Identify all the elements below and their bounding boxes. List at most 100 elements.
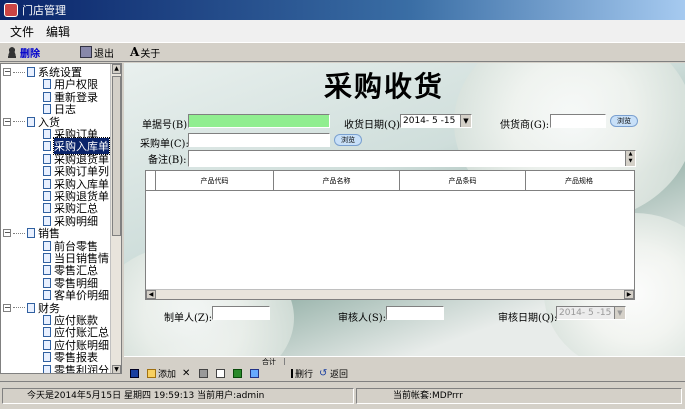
document-icon [43, 79, 51, 90]
export-button[interactable] [233, 368, 244, 378]
delete-row-button[interactable]: 删行 [291, 367, 313, 380]
tree-group[interactable]: − 入货 [3, 116, 60, 129]
scroll-up-arrow[interactable]: ▲ [112, 64, 121, 74]
toolbar-delete-button[interactable]: 删除 [6, 45, 40, 60]
document-icon [43, 141, 51, 152]
doc-no-input[interactable] [188, 114, 330, 128]
delete-row-icon [291, 368, 294, 378]
document-icon [43, 178, 51, 189]
tree-scrollbar[interactable]: ▲ ▼ [110, 64, 121, 373]
about-button[interactable]: A 关于 [130, 45, 160, 60]
audit-date-value: 2014- 5 -15 [559, 308, 612, 318]
remark-input[interactable]: ▲ ▼ [188, 150, 636, 167]
save-button[interactable] [130, 368, 141, 378]
tree-connector [13, 71, 25, 73]
back-button[interactable]: ↺ 返回 [319, 367, 348, 380]
grid-col-name[interactable]: 产品名称 [274, 171, 400, 190]
scroll-down-arrow[interactable]: ▼ [112, 365, 121, 373]
nav-tree[interactable]: ▲ ▼ − 系统设置 用户权限 重新登录 日志 − 入货 采购订单 采购入库单 采购退货单 采购订单… [0, 63, 122, 374]
excel-icon [233, 368, 243, 378]
status-account-text: 当前帐套:MDPrrr [393, 391, 463, 401]
add-label: 添加 [158, 369, 177, 380]
collapse-icon[interactable]: − [3, 117, 11, 126]
document-icon [43, 203, 51, 214]
document-icon [27, 116, 35, 127]
grid-header: 产品代码 产品名称 产品条码 产品规格 [146, 171, 634, 191]
dropdown-arrow-icon[interactable]: ▼ [460, 115, 471, 127]
document-icon [43, 265, 51, 276]
document-icon [43, 153, 51, 164]
document-icon [43, 129, 51, 139]
menu-file[interactable]: 文件 [4, 23, 40, 40]
preview-icon [216, 368, 226, 378]
document-icon [43, 327, 51, 338]
about-icon: A [130, 45, 140, 59]
menu-edit[interactable]: 编辑 [40, 23, 76, 40]
recv-date-picker[interactable]: 2014- 5 -15 ▼ [400, 114, 472, 128]
scroll-right-arrow[interactable]: ▶ [624, 290, 634, 299]
tree-group[interactable]: − 销售 [3, 227, 60, 240]
scroll-thumb[interactable] [112, 76, 121, 236]
tree-connector [13, 232, 25, 234]
supplier-browse-button[interactable]: 浏览 [610, 115, 638, 127]
scroll-left-arrow[interactable]: ◀ [146, 290, 156, 299]
auditor-input[interactable] [386, 306, 444, 320]
recv-date-label: 收货日期(Q): [344, 120, 404, 131]
tree-group[interactable]: − 财务 [3, 302, 60, 315]
supplier-input[interactable] [550, 114, 606, 128]
document-icon [43, 339, 51, 350]
main-toolbar: 删除 退出 A 关于 [0, 42, 685, 62]
tree-item-label: 采购明细 [54, 214, 98, 228]
status-datetime: 今天是2014年5月15日 星期四 19:59:13 当前用户:admin [2, 388, 354, 404]
grid-col-code[interactable]: 产品代码 [156, 171, 274, 190]
audit-date-picker: 2014- 5 -15 ▼ [556, 306, 626, 320]
toolbar-delete-label: 删除 [20, 48, 40, 60]
about-label: 关于 [140, 48, 161, 60]
document-icon [27, 228, 35, 239]
print-icon [199, 368, 209, 378]
grid-col-barcode[interactable]: 产品条码 [400, 171, 526, 190]
collapse-icon[interactable]: − [3, 229, 11, 238]
back-label: 返回 [330, 369, 349, 380]
delete-row-label: 删行 [295, 369, 314, 380]
grid-hscrollbar[interactable]: ◀ ▶ [146, 289, 634, 299]
logout-button[interactable]: 退出 [80, 45, 114, 60]
main-content: 采购收货 单据号(B): 收货日期(Q): 2014- 5 -15 ▼ 供货商(… [124, 63, 685, 356]
auditor-label: 审核人(S): [338, 313, 387, 324]
print-button[interactable] [199, 368, 210, 378]
tree-item[interactable]: 零售利润分 [43, 363, 109, 374]
product-grid[interactable]: 产品代码 产品名称 产品条码 产品规格 ◀ ▶ [145, 170, 635, 300]
document-icon [27, 302, 35, 313]
po-browse-button[interactable]: 浏览 [334, 134, 362, 146]
status-account: 当前帐套:MDPrrr [356, 388, 682, 404]
tree-connector [13, 307, 25, 309]
grid-col-spec[interactable]: 产品规格 [526, 171, 632, 190]
tree-connector [13, 121, 25, 123]
status-bar: 今天是2014年5月15日 星期四 19:59:13 当前用户:admin 当前… [0, 381, 685, 409]
logout-icon [80, 46, 92, 58]
document-icon [43, 91, 51, 102]
delete-icon: ✕ [182, 367, 191, 379]
add-button[interactable]: 添加 [147, 367, 176, 380]
po-input[interactable] [188, 133, 330, 147]
menu-bar: 文件 编辑 [0, 20, 685, 42]
dropdown-arrow-icon: ▼ [614, 307, 625, 319]
doc-no-label: 单据号(B): [142, 120, 191, 131]
delete-button[interactable]: ✕ [182, 367, 193, 379]
collapse-icon[interactable]: − [3, 68, 11, 76]
remark-scrollbar[interactable]: ▲ ▼ [625, 151, 635, 166]
save-icon [130, 368, 139, 378]
maker-input[interactable] [212, 306, 270, 320]
remark-label: 备注(B): [148, 155, 187, 166]
tree-item-label: 零售利润分 [54, 363, 109, 374]
title-bar: 门店管理 [0, 0, 685, 20]
grid-toolbar: 添加 ✕ 删行 ↺ 返回 [124, 366, 685, 380]
preview-button[interactable] [216, 368, 227, 378]
collapse-icon[interactable]: − [3, 303, 11, 312]
document-icon [43, 364, 51, 373]
grid-header-indicator [146, 171, 156, 190]
document-icon [43, 253, 51, 263]
total-values [284, 358, 684, 365]
misc-button[interactable] [250, 368, 261, 378]
po-label: 采购单(C): [140, 139, 189, 150]
